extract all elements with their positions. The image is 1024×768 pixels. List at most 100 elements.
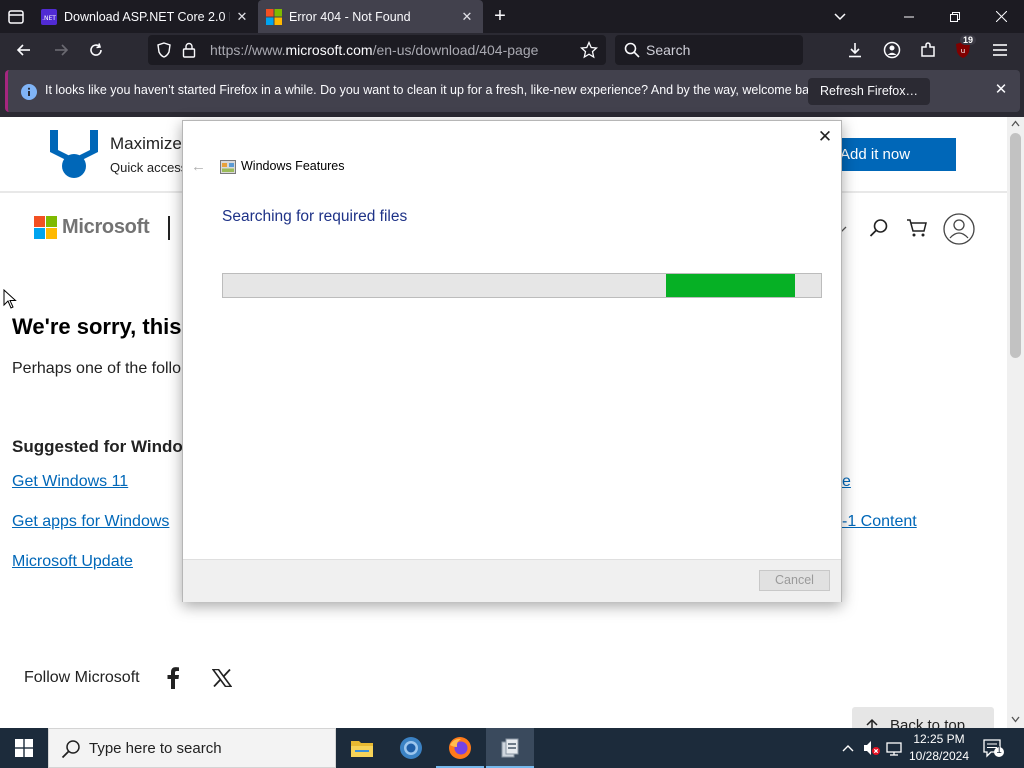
cancel-button[interactable]: Cancel xyxy=(759,570,830,591)
network-icon[interactable] xyxy=(885,738,905,758)
clock-date: 10/28/2024 xyxy=(908,749,970,763)
back-to-top-label: Back to top xyxy=(890,717,966,728)
notification-count: 1 xyxy=(996,745,1002,756)
taskbar-search-box[interactable]: Type here to search xyxy=(48,728,336,768)
app-menu-icon[interactable] xyxy=(988,38,1012,62)
start-button[interactable] xyxy=(0,728,48,768)
windows-features-dialog: ✕ ← Windows Features Searching for requi… xyxy=(182,120,842,602)
promo-subtitle: Quick access xyxy=(110,160,188,175)
close-notification-icon[interactable]: ✕ xyxy=(992,81,1010,99)
bookmark-star-icon[interactable] xyxy=(580,41,598,59)
tracking-protection-icon[interactable] xyxy=(156,42,172,58)
dialog-status-heading: Searching for required files xyxy=(222,208,408,225)
browser-tabstrip: .NET Download ASP.NET Core 2.0 Run ✕ Err… xyxy=(0,0,1024,33)
link-microsoft-update[interactable]: Microsoft Update xyxy=(12,553,133,571)
close-tab-icon[interactable]: ✕ xyxy=(459,9,475,25)
microsoft-wordmark[interactable]: Microsoft xyxy=(62,216,150,239)
close-tab-icon[interactable]: ✕ xyxy=(234,9,250,25)
downloads-icon[interactable] xyxy=(843,38,867,62)
nav-divider xyxy=(168,216,170,240)
add-it-now-button[interactable]: Add it now xyxy=(822,138,956,171)
arrow-up-icon xyxy=(866,718,878,728)
search-placeholder: Search xyxy=(646,42,691,58)
scroll-up-arrow-icon[interactable] xyxy=(1011,120,1020,127)
link-get-apps-for-windows[interactable]: Get apps for Windows xyxy=(12,513,169,531)
tab-error-404[interactable]: Error 404 - Not Found ✕ xyxy=(258,0,483,33)
scroll-down-arrow-icon[interactable] xyxy=(1011,716,1020,723)
progress-bar xyxy=(222,273,822,298)
scrollbar-thumb[interactable] xyxy=(1010,133,1021,358)
windows-taskbar: Type here to search 12:25 PM 10/28/2024 xyxy=(0,728,1024,768)
close-window-button[interactable] xyxy=(978,0,1024,33)
site-search-icon[interactable] xyxy=(869,218,889,238)
mouse-cursor-icon xyxy=(3,289,17,309)
list-all-tabs-icon[interactable] xyxy=(830,8,850,26)
svg-text:u: u xyxy=(961,47,965,55)
back-icon[interactable] xyxy=(12,38,36,62)
windows-logo-icon xyxy=(15,739,33,757)
tab-download-aspnet[interactable]: .NET Download ASP.NET Core 2.0 Run ✕ xyxy=(33,0,258,33)
browser-toolbar: https://www.microsoft.com/en-us/download… xyxy=(0,33,1024,67)
clock-time: 12:25 PM xyxy=(913,732,965,746)
svg-text:.NET: .NET xyxy=(42,15,56,22)
taskbar-firefox[interactable] xyxy=(436,728,484,768)
restore-window-button[interactable] xyxy=(932,0,978,33)
dotnet-icon: .NET xyxy=(41,8,57,25)
suggested-heading: Suggested for Window xyxy=(12,437,197,456)
screen: .NET Download ASP.NET Core 2.0 Run ✕ Err… xyxy=(0,0,1024,768)
windows-features-taskbar-icon xyxy=(501,738,519,758)
follow-microsoft-label: Follow Microsoft xyxy=(24,669,140,686)
link-right-2[interactable]: -1 Content xyxy=(842,513,917,531)
search-bar[interactable]: Search xyxy=(615,35,803,65)
dialog-back-arrow-icon[interactable]: ← xyxy=(191,158,206,175)
notification-container: It looks like you haven’t started Firefo… xyxy=(0,67,1024,117)
promo-title: Maximize xyxy=(110,134,182,153)
microsoft-icon xyxy=(266,8,282,25)
taskbar-file-explorer[interactable] xyxy=(338,728,386,768)
x-twitter-icon[interactable] xyxy=(212,669,232,687)
firefox-icon xyxy=(449,737,471,759)
forward-icon[interactable] xyxy=(49,38,73,62)
tab-title: Download ASP.NET Core 2.0 Run xyxy=(64,9,230,24)
tab-title: Error 404 - Not Found xyxy=(289,9,411,24)
search-icon xyxy=(624,42,640,58)
extensions-icon[interactable] xyxy=(916,38,940,62)
progress-bar-fill xyxy=(666,274,795,297)
taskbar-windows-features[interactable] xyxy=(486,728,534,768)
windows-features-icon xyxy=(220,160,236,174)
taskbar-chrome[interactable] xyxy=(387,728,435,768)
facebook-icon[interactable] xyxy=(165,667,181,689)
lock-icon[interactable] xyxy=(182,42,196,58)
system-clock[interactable]: 12:25 PM 10/28/2024 xyxy=(904,731,974,765)
chrome-icon xyxy=(400,737,422,759)
microsoft-logo-icon[interactable] xyxy=(34,216,57,239)
tray-show-hidden-icon[interactable] xyxy=(838,738,858,758)
notification-message: It looks like you haven’t started Firefo… xyxy=(45,83,826,97)
volume-muted-icon[interactable] xyxy=(862,738,882,758)
refresh-firefox-notification: It looks like you haven’t started Firefo… xyxy=(5,70,1020,112)
file-explorer-icon xyxy=(351,741,373,757)
microsoft-store-badge-icon xyxy=(50,130,98,178)
account-icon[interactable] xyxy=(880,38,904,62)
action-center-icon[interactable]: 1 xyxy=(982,738,1004,758)
taskbar-search-icon xyxy=(61,740,80,759)
dialog-close-icon[interactable]: ✕ xyxy=(815,127,835,147)
url-text: https://www.microsoft.com/en-us/download… xyxy=(210,42,539,58)
back-to-top-button[interactable]: Back to top xyxy=(852,707,994,728)
page-intro: Perhaps one of the follo xyxy=(12,360,182,377)
page-heading: We're sorry, this xyxy=(12,314,182,339)
taskbar-search-placeholder: Type here to search xyxy=(89,740,222,757)
minimize-window-button[interactable] xyxy=(886,0,932,33)
refresh-firefox-button[interactable]: Refresh Firefox… xyxy=(808,78,930,105)
new-tab-button[interactable]: + xyxy=(489,6,511,28)
dialog-footer: Cancel xyxy=(183,559,841,602)
reload-icon[interactable] xyxy=(84,38,108,62)
link-right-1[interactable]: e xyxy=(842,473,851,491)
extension-badge: 19 xyxy=(960,35,977,45)
dialog-title: Windows Features xyxy=(241,159,345,173)
link-get-windows-11[interactable]: Get Windows 11 xyxy=(12,473,128,491)
sign-in-avatar-icon[interactable] xyxy=(943,213,975,245)
cart-icon[interactable] xyxy=(906,218,928,238)
address-bar[interactable]: https://www.microsoft.com/en-us/download… xyxy=(148,35,606,65)
firefox-view-icon[interactable] xyxy=(6,7,26,27)
